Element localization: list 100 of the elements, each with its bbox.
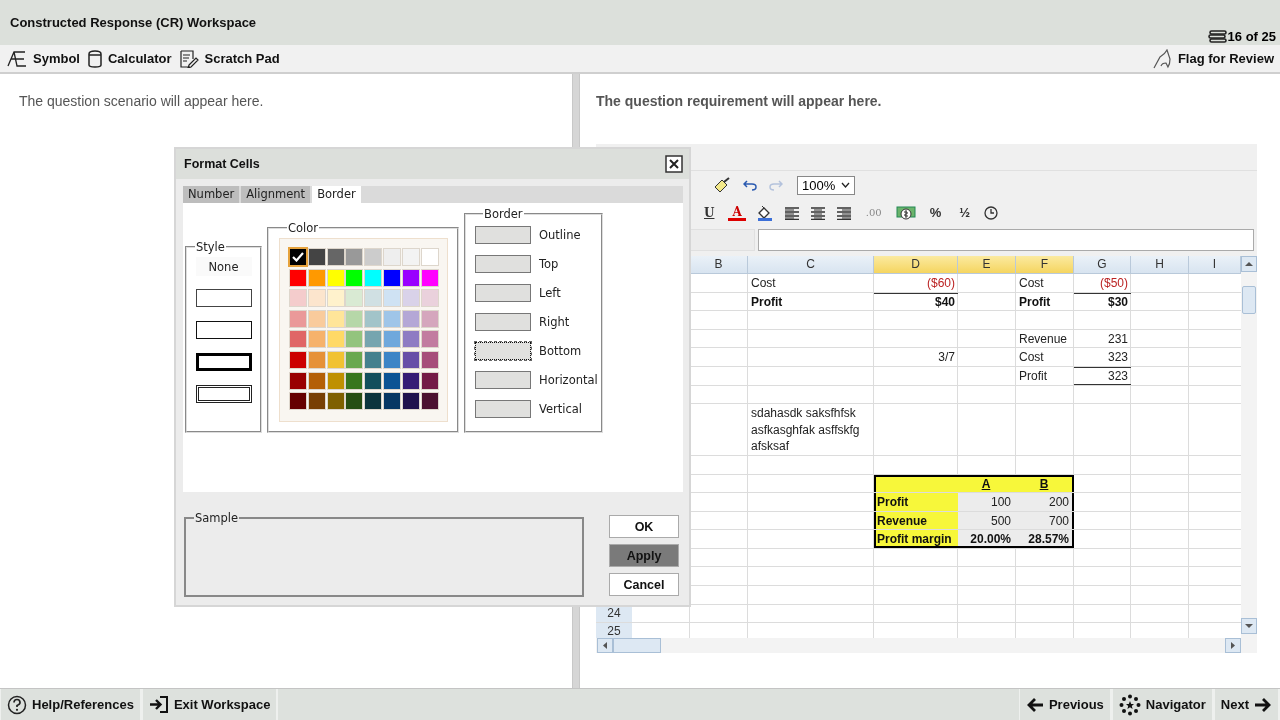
scroll-right-icon[interactable] bbox=[1225, 638, 1241, 653]
color-swatch[interactable] bbox=[421, 310, 438, 327]
color-swatch[interactable] bbox=[402, 393, 419, 410]
color-swatch[interactable] bbox=[346, 372, 363, 389]
formula-field[interactable] bbox=[758, 229, 1254, 252]
color-swatch[interactable] bbox=[402, 331, 419, 348]
column-header[interactable]: E bbox=[958, 256, 1016, 274]
dialog-button[interactable]: OK bbox=[609, 515, 679, 538]
color-swatch[interactable] bbox=[346, 351, 363, 368]
color-swatch[interactable] bbox=[402, 351, 419, 368]
border-toggle[interactable] bbox=[475, 371, 531, 389]
column-header[interactable]: I bbox=[1189, 256, 1241, 274]
color-swatch[interactable] bbox=[346, 310, 363, 327]
color-swatch[interactable] bbox=[384, 351, 400, 368]
color-swatch[interactable] bbox=[346, 269, 363, 286]
color-swatch[interactable] bbox=[402, 310, 419, 327]
tool-button[interactable]: Calculator bbox=[85, 47, 174, 70]
scrollbar-thumb[interactable] bbox=[1242, 286, 1256, 314]
color-swatch[interactable] bbox=[365, 351, 382, 368]
color-swatch[interactable] bbox=[308, 310, 325, 327]
color-swatch[interactable] bbox=[308, 393, 325, 410]
color-swatch[interactable] bbox=[327, 331, 344, 348]
color-swatch[interactable] bbox=[308, 269, 325, 286]
zoom-dropdown[interactable]: 100% bbox=[797, 175, 856, 195]
color-swatch[interactable] bbox=[290, 351, 306, 368]
color-swatch[interactable] bbox=[327, 310, 344, 327]
color-swatch[interactable] bbox=[365, 249, 382, 265]
footer-button[interactable]: Navigator bbox=[1111, 689, 1214, 720]
column-header[interactable]: F bbox=[1016, 256, 1074, 274]
line-style-option[interactable] bbox=[195, 353, 252, 371]
fraction-button[interactable]: ½ bbox=[955, 205, 975, 222]
color-swatch[interactable] bbox=[346, 331, 363, 348]
color-swatch[interactable] bbox=[384, 310, 400, 327]
color-swatch[interactable] bbox=[365, 331, 382, 348]
color-swatch[interactable] bbox=[308, 331, 325, 348]
dialog-tab[interactable]: Alignment bbox=[241, 186, 311, 203]
footer-button[interactable]: Exit Workspace bbox=[141, 689, 279, 720]
color-swatch[interactable] bbox=[346, 249, 363, 265]
column-header[interactable]: H bbox=[1131, 256, 1189, 274]
color-swatch[interactable] bbox=[421, 393, 438, 410]
border-toggle[interactable] bbox=[475, 284, 531, 302]
scroll-down-icon[interactable] bbox=[1241, 618, 1257, 634]
font-color-button[interactable]: A bbox=[728, 205, 746, 221]
footer-button[interactable]: Help/References bbox=[0, 689, 142, 720]
dialog-button[interactable]: Apply bbox=[609, 544, 679, 567]
tool-button[interactable]: Scratch Pad bbox=[177, 47, 282, 70]
color-swatch[interactable] bbox=[365, 290, 382, 307]
footer-button[interactable]: Previous bbox=[1018, 689, 1112, 720]
color-swatch[interactable] bbox=[384, 269, 400, 286]
flag-for-review-button[interactable]: Flag for Review bbox=[1149, 46, 1276, 71]
color-swatch[interactable] bbox=[290, 249, 306, 265]
color-swatch[interactable] bbox=[384, 331, 400, 348]
line-style-option[interactable] bbox=[195, 289, 252, 307]
dialog-tab[interactable]: Border bbox=[312, 186, 361, 203]
color-swatch[interactable] bbox=[421, 290, 438, 307]
column-header[interactable]: C bbox=[748, 256, 874, 274]
border-toggle[interactable] bbox=[475, 255, 531, 273]
dialog-button[interactable]: Cancel bbox=[609, 573, 679, 596]
paint-bucket-icon[interactable] bbox=[755, 205, 774, 222]
color-swatch[interactable] bbox=[384, 290, 400, 307]
border-toggle[interactable] bbox=[475, 226, 531, 244]
border-toggle[interactable] bbox=[475, 342, 531, 360]
scroll-left-icon[interactable] bbox=[597, 638, 613, 653]
border-toggle[interactable] bbox=[475, 313, 531, 331]
percent-button[interactable]: % bbox=[925, 205, 946, 222]
color-swatch[interactable] bbox=[327, 269, 344, 286]
color-swatch[interactable] bbox=[402, 269, 419, 286]
color-swatch[interactable] bbox=[308, 351, 325, 368]
column-header[interactable]: G bbox=[1074, 256, 1131, 274]
footer-button[interactable]: Next bbox=[1213, 689, 1280, 720]
color-swatch[interactable] bbox=[384, 249, 400, 265]
color-swatch[interactable] bbox=[327, 393, 344, 410]
column-header[interactable]: D bbox=[874, 256, 958, 274]
color-swatch[interactable] bbox=[290, 310, 306, 327]
color-swatch[interactable] bbox=[327, 290, 344, 307]
color-swatch[interactable] bbox=[308, 249, 325, 265]
color-swatch[interactable] bbox=[308, 372, 325, 389]
color-swatch[interactable] bbox=[402, 372, 419, 389]
color-swatch[interactable] bbox=[290, 331, 306, 348]
clock-icon[interactable] bbox=[984, 206, 999, 221]
color-swatch[interactable] bbox=[365, 269, 382, 286]
color-swatch[interactable] bbox=[402, 290, 419, 307]
line-style-option[interactable]: None bbox=[195, 257, 252, 276]
align-left-icon[interactable] bbox=[783, 206, 800, 220]
align-center-icon[interactable] bbox=[809, 206, 826, 220]
color-swatch[interactable] bbox=[365, 310, 382, 327]
money-icon[interactable] bbox=[895, 205, 916, 222]
dialog-tab[interactable]: Number bbox=[183, 186, 240, 203]
color-swatch[interactable] bbox=[421, 249, 438, 265]
color-swatch[interactable] bbox=[421, 351, 438, 368]
color-swatch[interactable] bbox=[290, 269, 306, 286]
underline-button[interactable]: U bbox=[700, 205, 719, 222]
line-style-option[interactable] bbox=[195, 321, 252, 339]
color-swatch[interactable] bbox=[365, 393, 382, 410]
column-header[interactable]: B bbox=[690, 256, 748, 274]
color-swatch[interactable] bbox=[421, 331, 438, 348]
line-style-option[interactable] bbox=[195, 385, 252, 403]
color-swatch[interactable] bbox=[402, 249, 419, 265]
color-swatch[interactable] bbox=[290, 393, 306, 410]
color-swatch[interactable] bbox=[308, 290, 325, 307]
